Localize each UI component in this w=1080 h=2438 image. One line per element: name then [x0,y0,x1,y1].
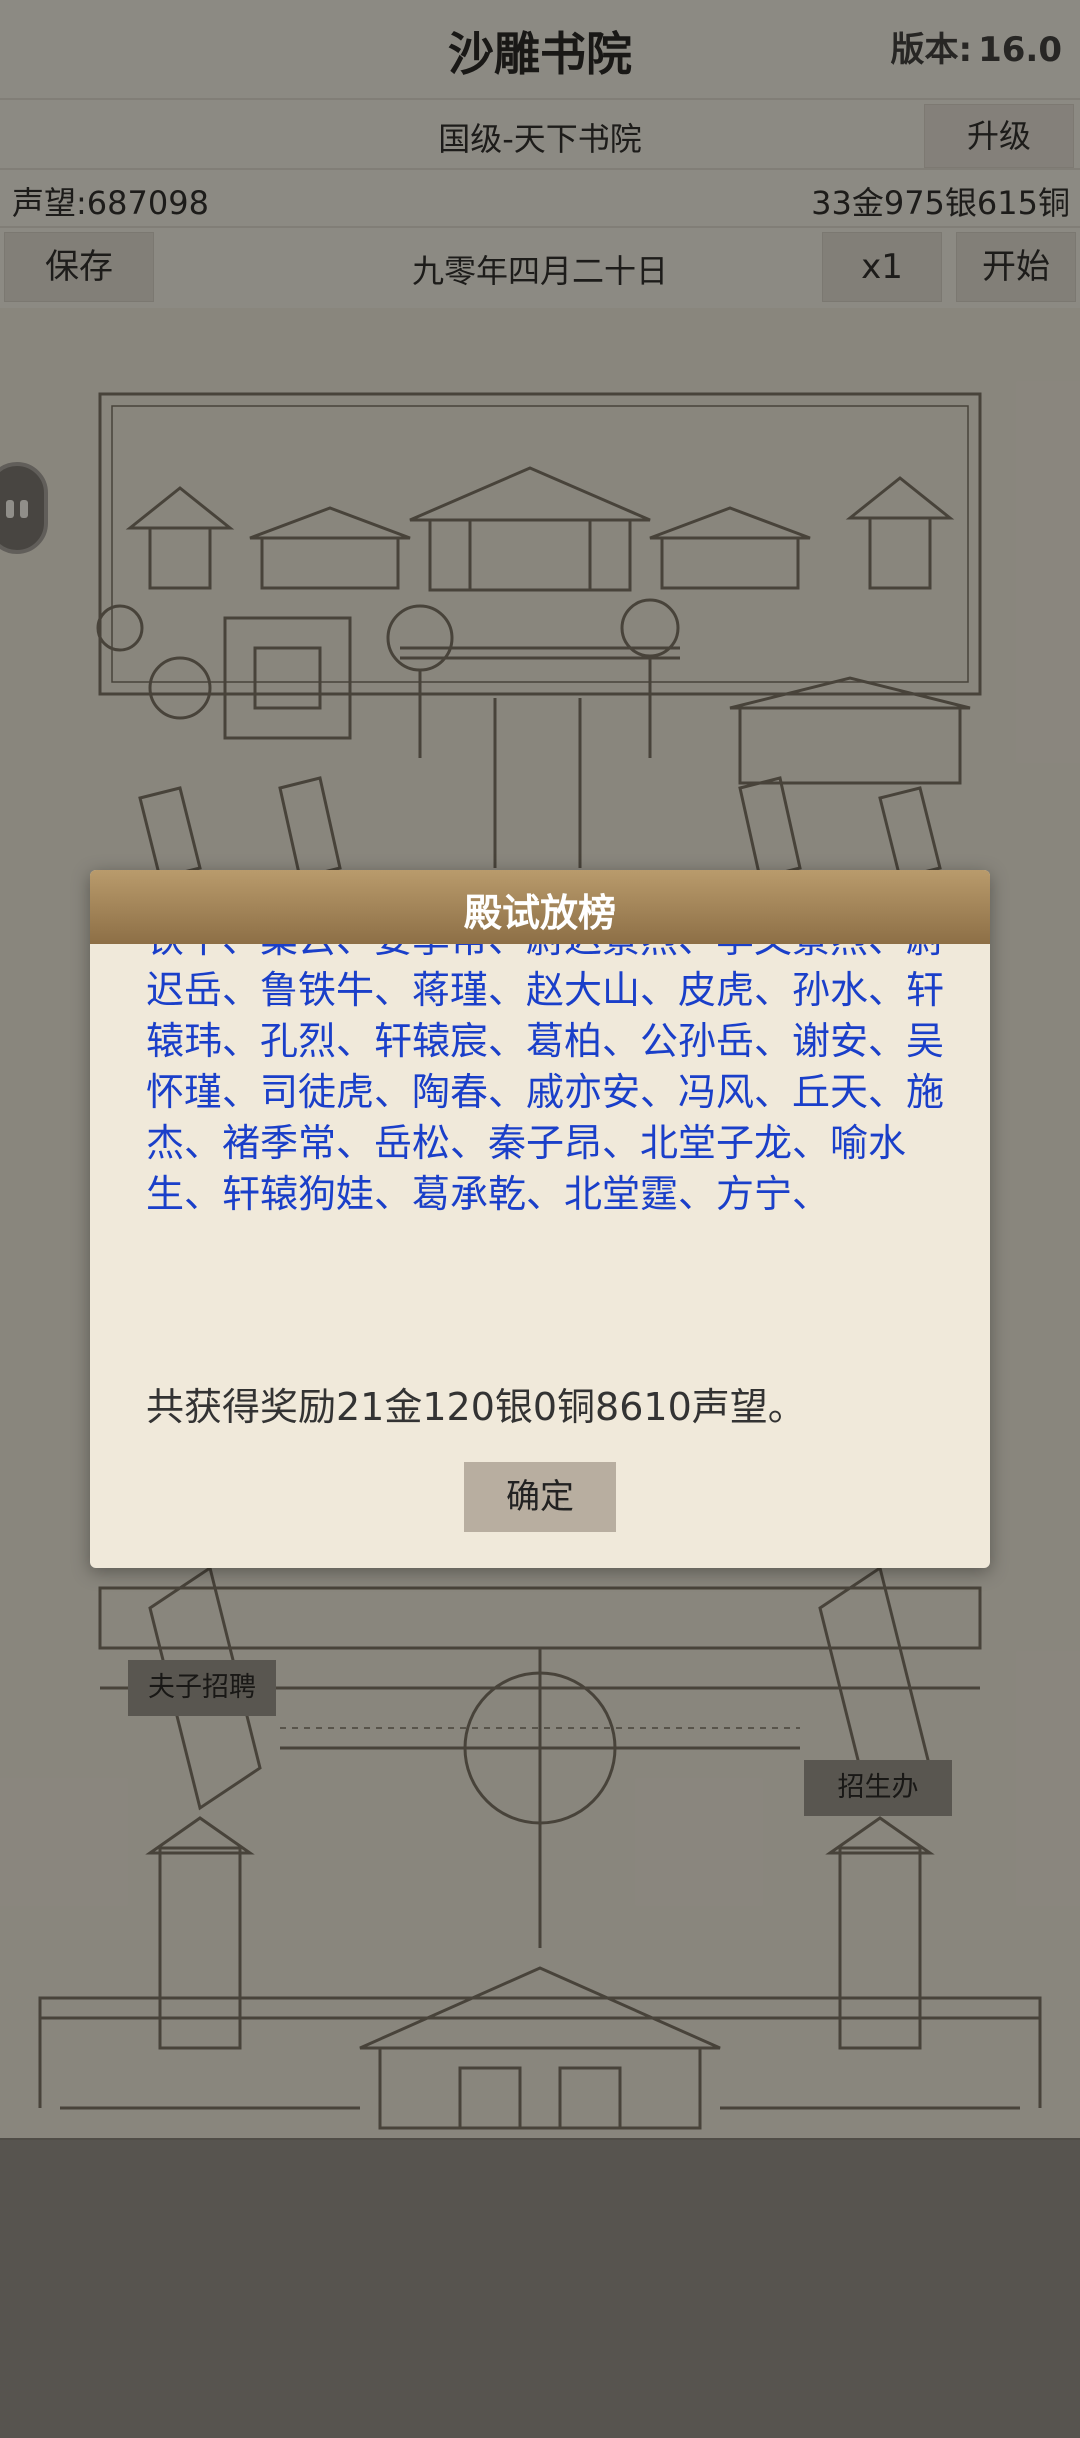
dialog-header: 殿试放榜 [90,870,990,944]
reward-summary: 共获得奖励21金120银0铜8610声望。 [146,1385,806,1429]
confirm-button[interactable]: 确定 [464,1462,616,1532]
dialog-title: 殿试放榜 [463,891,616,935]
passed-names-list: 铁牛、粲云、姜季常、尉迟景烈、李文景烈、尉迟岳、鲁铁牛、蒋瑾、赵大山、皮虎、孙水… [146,944,945,1216]
exam-results-dialog: 殿试放榜 铁牛、粲云、姜季常、尉迟景烈、李文景烈、尉迟岳、鲁铁牛、蒋瑾、赵大山、… [90,870,990,1568]
dialog-scroll-area[interactable]: 铁牛、粲云、姜季常、尉迟景烈、李文景烈、尉迟岳、鲁铁牛、蒋瑾、赵大山、皮虎、孙水… [146,944,946,1434]
